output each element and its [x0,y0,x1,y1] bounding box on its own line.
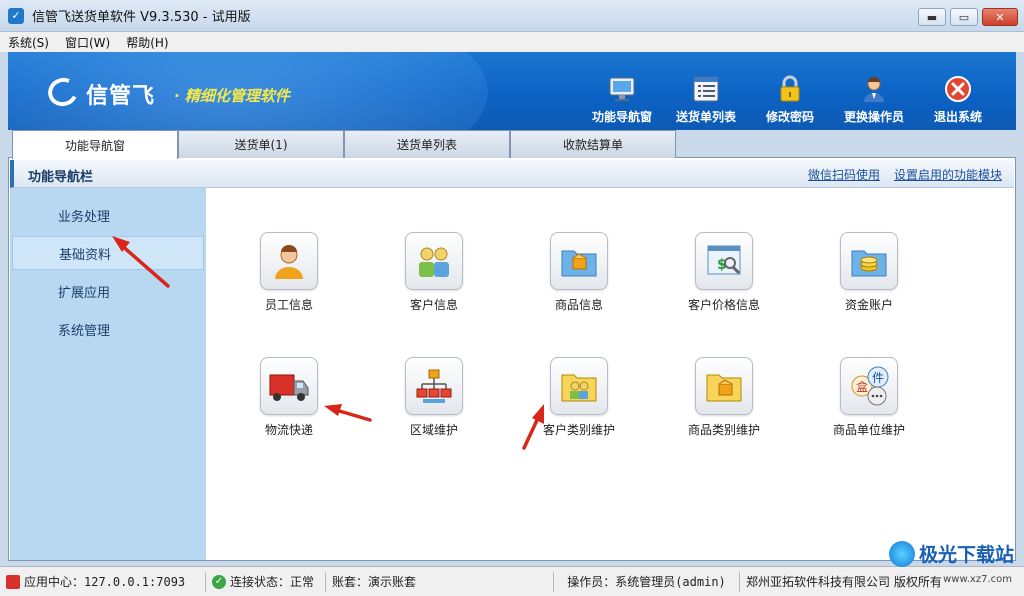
product-unit-icon[interactable]: 盒 件 [840,357,898,415]
tab-delivery-note[interactable]: 送货单(1) [178,130,344,158]
monitor-icon [607,74,637,104]
customer-category-icon[interactable] [550,357,608,415]
truck-icon[interactable] [260,357,318,415]
close-button[interactable]: ✕ [982,8,1018,26]
func-customer-category[interactable]: 客户类别维护 [519,357,639,438]
toolbar-switch-operator-button[interactable]: 更换操作员 [832,74,916,125]
toolbar-nav-window-button[interactable]: 功能导航窗 [580,74,664,125]
menu-window[interactable]: 窗口(W) [57,34,118,51]
sidebar-item-business[interactable]: 业务处理 [12,198,204,232]
wechat-scan-link[interactable]: 微信扫码使用 [808,166,880,183]
check-icon: ✓ [212,574,226,589]
status-app-center: 应用中心：127.0.0.1:7093 [0,571,206,592]
configure-modules-link[interactable]: 设置启用的功能模块 [894,166,1002,183]
toolbar-change-password-button[interactable]: 修改密码 [748,74,832,125]
watermark: 极光下载站 [888,540,1014,567]
list-icon [691,74,721,104]
brand-name: 信管飞 [86,84,156,109]
toolbar-exit-button[interactable]: 退出系统 [916,74,1000,125]
func-product-unit[interactable]: 盒 件 商品单位维护 [809,357,929,438]
watermark-logo-icon [888,540,915,567]
tab-strip: 功能导航窗 送货单(1) 送货单列表 收款结算单 [12,130,676,159]
sidebar-item-basic-data[interactable]: 基础资料 [12,236,204,270]
region-tree-icon[interactable] [405,357,463,415]
sidebar-item-system-admin[interactable]: 系统管理 [12,312,204,346]
status-connection: ✓ 连接状态：正常 [206,571,326,592]
tab-nav-window[interactable]: 功能导航窗 [12,130,178,159]
app-center-icon [6,574,20,589]
title-bar: ✓ 信管飞送货单软件 V9.3.530 - 试用版 ▬ ▭ ✕ [0,0,1024,32]
unit-icon-box-char: 盒 [856,379,868,394]
func-region-maintenance[interactable]: 区域维护 [374,357,494,438]
brand-slogan: · 精细化管理软件 [174,87,290,105]
menu-help[interactable]: 帮助(H) [118,34,176,51]
status-operator: 操作员：系统管理员(admin) [554,571,740,592]
menu-system[interactable]: 系统(S) [0,34,57,51]
watermark-url: www.xz7.com [943,574,1012,585]
user-icon [859,74,889,104]
funds-account-icon[interactable] [840,232,898,290]
sidebar-item-extensions[interactable]: 扩展应用 [12,274,204,308]
product-icon[interactable] [550,232,608,290]
func-product-category[interactable]: 商品类别维护 [664,357,784,438]
sidebar: 业务处理 基础资料 扩展应用 系统管理 [10,188,206,560]
func-product-info[interactable]: 商品信息 [519,232,639,313]
function-grid: 员工信息 客户信息 商品信息 $ 客户价格信息 资金账户 物流快递 区域维护 客… [206,188,1014,560]
employee-icon[interactable] [260,232,318,290]
func-employee-info[interactable]: 员工信息 [229,232,349,313]
toolbar-delivery-list-button[interactable]: 送货单列表 [664,74,748,125]
status-bar: 应用中心：127.0.0.1:7093 ✓ 连接状态：正常 账套：演示账套 操作… [0,566,1024,596]
customers-icon[interactable] [405,232,463,290]
tab-receipt-settlement[interactable]: 收款结算单 [510,130,676,158]
func-logistics-express[interactable]: 物流快递 [229,357,349,438]
menu-bar: 系统(S) 窗口(W) 帮助(H) [0,32,1024,52]
maximize-button[interactable]: ▭ [950,8,978,26]
header-banner: 信管飞 · 精细化管理软件 功能导航窗 送货单列表 修改密码 更换操作员 退出系… [8,52,1016,130]
func-customer-price-info[interactable]: $ 客户价格信息 [664,232,784,313]
status-copyright: 郑州亚拓软件科技有限公司 版权所有 [746,575,942,589]
status-account: 账套：演示账套 [326,571,554,592]
func-customer-info[interactable]: 客户信息 [374,232,494,313]
window-title: 信管飞送货单软件 V9.3.530 - 试用版 [32,10,251,25]
minimize-button[interactable]: ▬ [918,8,946,26]
unit-icon-piece-char: 件 [872,371,884,385]
panel-header: 功能导航栏 微信扫码使用 设置启用的功能模块 [10,160,1014,188]
func-funds-account[interactable]: 资金账户 [809,232,929,313]
lock-icon [775,74,805,104]
main-toolbar: 功能导航窗 送货单列表 修改密码 更换操作员 退出系统 [580,74,1000,125]
exit-icon [943,74,973,104]
panel-title: 功能导航栏 [28,170,94,185]
tab-delivery-list[interactable]: 送货单列表 [344,130,510,158]
customer-price-icon[interactable]: $ [695,232,753,290]
app-logo-icon: ✓ [8,7,24,24]
product-category-icon[interactable] [695,357,753,415]
